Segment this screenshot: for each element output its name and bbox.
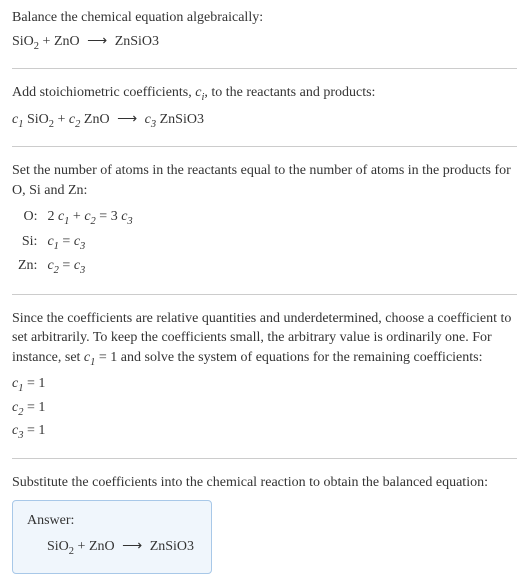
step1-text: Add stoichiometric coefficients, ci, to … bbox=[12, 83, 517, 105]
table-row: O: 2 c1 + c2 = 3 c3 bbox=[12, 206, 139, 230]
intro-section: Balance the chemical equation algebraica… bbox=[12, 8, 517, 54]
answer-label: Answer: bbox=[27, 511, 197, 531]
divider bbox=[12, 146, 517, 147]
coef-value: c1 = 1 bbox=[12, 374, 517, 396]
reactant-sio2: SiO2 bbox=[47, 539, 74, 554]
element-label: Si: bbox=[12, 231, 41, 255]
reactant-sio2: SiO2 bbox=[12, 34, 39, 49]
divider bbox=[12, 294, 517, 295]
table-row: Zn: c2 = c3 bbox=[12, 255, 139, 279]
element-equation: 2 c1 + c2 = 3 c3 bbox=[41, 206, 138, 230]
element-equation: c2 = c3 bbox=[41, 255, 138, 279]
element-label: O: bbox=[12, 206, 41, 230]
divider bbox=[12, 458, 517, 459]
atom-equations-table: O: 2 c1 + c2 = 3 c3 Si: c1 = c3 Zn: c2 =… bbox=[12, 206, 139, 279]
divider bbox=[12, 68, 517, 69]
step1-section: Add stoichiometric coefficients, ci, to … bbox=[12, 83, 517, 132]
element-equation: c1 = c3 bbox=[41, 231, 138, 255]
coefficient-solution: c1 = 1 c2 = 1 c3 = 1 bbox=[12, 374, 517, 443]
answer-box: Answer: SiO2 + ZnO ⟶ ZnSiO3 bbox=[12, 500, 212, 574]
arrow-icon: ⟶ bbox=[117, 112, 137, 127]
arrow-icon: ⟶ bbox=[87, 34, 107, 49]
step1-equation: c1 SiO2 + c2 ZnO ⟶ c3 ZnSiO3 bbox=[12, 110, 517, 132]
answer-equation: SiO2 + ZnO ⟶ ZnSiO3 bbox=[27, 537, 197, 559]
step3-text: Since the coefficients are relative quan… bbox=[12, 309, 517, 371]
coef-value: c2 = 1 bbox=[12, 398, 517, 420]
table-row: Si: c1 = c3 bbox=[12, 231, 139, 255]
intro-text: Balance the chemical equation algebraica… bbox=[12, 8, 517, 28]
coef-value: c3 = 1 bbox=[12, 421, 517, 443]
step4-section: Substitute the coefficients into the che… bbox=[12, 473, 517, 493]
step4-text: Substitute the coefficients into the che… bbox=[12, 473, 517, 493]
step2-text: Set the number of atoms in the reactants… bbox=[12, 161, 517, 200]
arrow-icon: ⟶ bbox=[122, 539, 142, 554]
intro-equation: SiO2 + ZnO ⟶ ZnSiO3 bbox=[12, 32, 517, 54]
element-label: Zn: bbox=[12, 255, 41, 279]
step3-section: Since the coefficients are relative quan… bbox=[12, 309, 517, 444]
step2-section: Set the number of atoms in the reactants… bbox=[12, 161, 517, 280]
